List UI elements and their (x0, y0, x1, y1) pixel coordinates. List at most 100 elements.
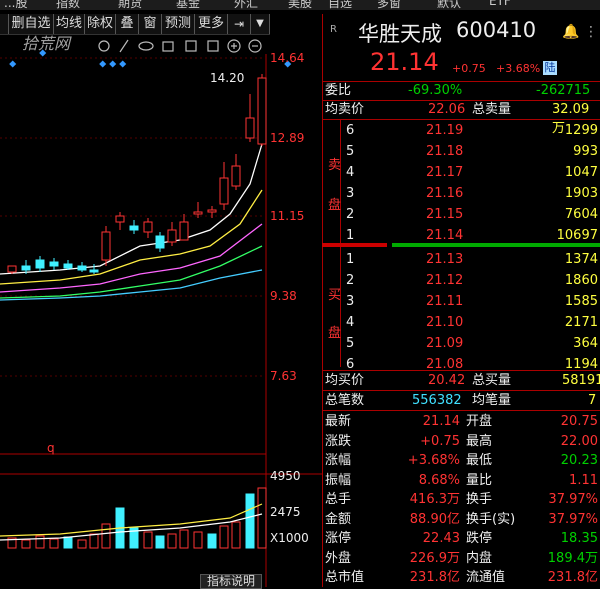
volume-bar[interactable] (257, 487, 267, 549)
candle[interactable] (63, 263, 73, 269)
candle[interactable] (115, 215, 125, 223)
candle[interactable] (7, 265, 17, 273)
candle[interactable] (35, 259, 45, 269)
candle[interactable] (207, 209, 217, 213)
buy-ratio-bar (392, 243, 600, 247)
kline-chart[interactable]: 拾荒网 14.64 12.89 11.15 9.38 7.63 14.20 q 4950… (0, 34, 322, 587)
volume-bar[interactable] (179, 529, 189, 549)
volume-bar[interactable] (101, 523, 111, 549)
stat-row: 总市值 231.8亿 流通值 231.8亿 (325, 570, 598, 585)
save-icon[interactable] (185, 40, 197, 52)
volume-bar[interactable] (77, 539, 87, 549)
quote-panel: R 华胜天成 600410 🔔 ⋮ 21.14 +0.75 +3.68% 陆 委… (322, 14, 600, 587)
r-marker: R (330, 24, 337, 35)
volume-bar[interactable] (35, 535, 45, 549)
basket-icon[interactable] (162, 41, 174, 52)
tab-us-stocks[interactable]: 美股 (288, 0, 312, 10)
price-axis-label: 12.89 (270, 131, 304, 145)
price-change-pct: +3.68% (496, 62, 541, 75)
candle[interactable] (129, 225, 139, 231)
ex-rights-button[interactable]: 除权 (85, 14, 116, 34)
window-button[interactable]: 窗 (139, 14, 162, 34)
draw-pen-icon[interactable] (119, 39, 129, 53)
tab-forex[interactable]: 外汇 (234, 0, 258, 10)
candle[interactable] (21, 265, 31, 271)
buy-level-2[interactable]: 2 21.12 1860 (322, 271, 600, 290)
candle[interactable] (245, 117, 255, 139)
volume-bar[interactable] (63, 536, 73, 549)
chart-toolbar: 删自选 均线 除权 叠 窗 预测 更多 ⇥ ▼ (0, 14, 270, 35)
max-price-label: 14.20 (210, 71, 244, 85)
price-axis-label: 14.64 (270, 51, 304, 65)
sell-level-3[interactable]: 3 21.16 1903 (322, 184, 600, 203)
candle[interactable] (89, 269, 99, 273)
overlay-button[interactable]: 叠 (116, 14, 139, 34)
tab-default[interactable]: 默认 (437, 0, 461, 10)
volume-bar[interactable] (167, 533, 177, 549)
export-icon[interactable] (207, 40, 219, 52)
volume-axis-label: 4950 (270, 469, 301, 483)
avg-buy-row: 均买价 20.42 总买量 58191 (325, 373, 600, 388)
volume-bar[interactable] (231, 521, 241, 549)
event-marker[interactable] (109, 60, 117, 68)
collapse-icon[interactable]: ⇥ (228, 14, 251, 34)
candle[interactable] (167, 229, 177, 243)
tab-stocks[interactable]: ...股 (4, 0, 27, 10)
deals-row: 总笔数 556382 均笔量 7 (325, 393, 597, 408)
candle[interactable] (231, 165, 241, 187)
stat-row: 振幅 8.68% 量比 1.11 (325, 472, 598, 488)
alert-icon[interactable]: 🔔 (562, 24, 579, 40)
sell-level-6[interactable]: 6 21.19 1299 (322, 121, 600, 140)
candle[interactable] (219, 177, 229, 205)
tab-funds[interactable]: 基金 (176, 0, 200, 10)
buy-level-5[interactable]: 5 21.09 364 (322, 334, 600, 353)
event-marker[interactable] (99, 60, 107, 68)
tab-etf[interactable]: ETF (489, 0, 511, 8)
stat-row: 金额 88.90亿 换手(实) 37.97% (325, 511, 598, 527)
volume-bar[interactable] (89, 533, 99, 549)
eye-icon[interactable] (138, 41, 154, 51)
tab-multi-window[interactable]: 多窗 (377, 0, 401, 10)
event-marker[interactable] (9, 60, 17, 68)
market-badge: 陆 (543, 61, 557, 75)
volume-bar[interactable] (193, 531, 203, 549)
candle[interactable] (179, 221, 189, 241)
candle[interactable] (155, 235, 165, 249)
volume-axis-label: X1000 (270, 531, 309, 545)
price-axis-label: 9.38 (270, 289, 297, 303)
remove-watchlist-button[interactable]: 删自选 (9, 14, 54, 34)
sell-level-5[interactable]: 5 21.18 993 (322, 142, 600, 161)
volume-bar[interactable] (219, 525, 229, 549)
candle[interactable] (257, 77, 267, 145)
sell-level-4[interactable]: 4 21.17 1047 (322, 163, 600, 182)
more-button[interactable]: 更多 (195, 14, 228, 34)
dropdown-icon[interactable]: ▼ (251, 14, 270, 34)
candle[interactable] (193, 211, 203, 215)
ma-button[interactable]: 均线 (54, 14, 85, 34)
tab-watchlist[interactable]: 自选 (328, 0, 352, 10)
price-change: +0.75 (452, 62, 486, 75)
candle[interactable] (101, 231, 111, 261)
volume-bar[interactable] (207, 533, 217, 549)
event-marker[interactable] (119, 60, 127, 68)
sell-level-2[interactable]: 2 21.15 7604 (322, 205, 600, 224)
buy-level-1[interactable]: 1 21.13 1374 (322, 250, 600, 269)
volume-bar[interactable] (49, 538, 59, 549)
tab-futures[interactable]: 期货 (118, 0, 142, 10)
candle[interactable] (49, 261, 59, 267)
settings-icon[interactable] (98, 40, 110, 52)
volume-bar[interactable] (245, 493, 255, 549)
stat-row: 涨幅 +3.68% 最低 20.23 (325, 453, 598, 468)
buy-level-4[interactable]: 4 21.10 2171 (322, 313, 600, 332)
tab-index[interactable]: 指数 (56, 0, 80, 10)
volume-bar[interactable] (155, 535, 165, 549)
volume-bar[interactable] (143, 531, 153, 549)
q-label: q (47, 441, 55, 455)
volume-bar[interactable] (21, 539, 31, 549)
menu-icon[interactable]: ⋮ (584, 24, 598, 40)
price-axis-label: 7.63 (270, 369, 297, 383)
forecast-button[interactable]: 预测 (162, 14, 195, 34)
candle[interactable] (143, 221, 153, 233)
buy-level-3[interactable]: 3 21.11 1585 (322, 292, 600, 311)
candle[interactable] (77, 265, 87, 271)
